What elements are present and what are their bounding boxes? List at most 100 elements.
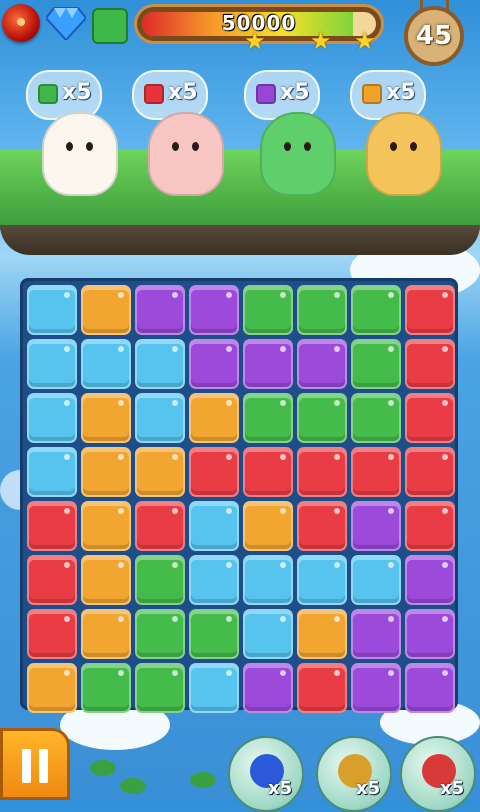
board-tile[interactable] <box>243 555 293 605</box>
board-tile[interactable] <box>81 501 131 551</box>
board-tile[interactable] <box>297 393 347 443</box>
board-tile[interactable] <box>135 501 185 551</box>
board-tile[interactable] <box>351 285 401 335</box>
board-tile[interactable] <box>243 501 293 551</box>
board-tile[interactable] <box>351 663 401 713</box>
board-tile[interactable] <box>81 447 131 497</box>
request-color-swatch <box>38 84 58 104</box>
board-tile[interactable] <box>351 447 401 497</box>
star-icon: ★ <box>244 27 266 55</box>
board-tile[interactable] <box>297 609 347 659</box>
board-tile[interactable] <box>27 609 77 659</box>
board-tile[interactable] <box>189 339 239 389</box>
board-tile[interactable] <box>27 501 77 551</box>
board-tile[interactable] <box>243 393 293 443</box>
bomb-icon[interactable] <box>2 4 40 42</box>
board-tile[interactable] <box>189 663 239 713</box>
sheep-icon[interactable] <box>42 112 118 196</box>
leaf-decoration <box>90 760 116 776</box>
board-tile[interactable] <box>297 447 347 497</box>
board-tile[interactable] <box>351 555 401 605</box>
cow-icon[interactable] <box>366 112 442 196</box>
board-tile[interactable] <box>297 663 347 713</box>
request-count: x5 <box>168 80 198 105</box>
board-tile[interactable] <box>189 393 239 443</box>
board-tile[interactable] <box>297 501 347 551</box>
leaf-decoration <box>120 778 146 794</box>
eye-icon <box>284 142 291 151</box>
eye-icon <box>410 142 417 151</box>
star-icon: ★ <box>354 27 376 55</box>
board-tile[interactable] <box>81 393 131 443</box>
eye-icon <box>66 142 73 151</box>
snake-icon[interactable] <box>260 112 336 196</box>
eye-icon <box>390 142 397 151</box>
board-tile[interactable] <box>81 663 131 713</box>
board-tile[interactable] <box>27 393 77 443</box>
booster-button[interactable]: x5 <box>400 736 476 812</box>
diamond-icon[interactable] <box>46 6 86 40</box>
board-tile[interactable] <box>81 339 131 389</box>
pause-icon <box>39 749 48 783</box>
board-tile[interactable] <box>243 339 293 389</box>
board-tile[interactable] <box>135 555 185 605</box>
board-tile[interactable] <box>405 339 455 389</box>
goal-color-swatch <box>92 8 128 44</box>
board-tile[interactable] <box>189 447 239 497</box>
board-tile[interactable] <box>135 393 185 443</box>
booster-button[interactable]: x5 <box>316 736 392 812</box>
request-count: x5 <box>62 80 92 105</box>
board-tile[interactable] <box>405 663 455 713</box>
board-tile[interactable] <box>297 555 347 605</box>
board-tile[interactable] <box>81 555 131 605</box>
board-tile[interactable] <box>297 339 347 389</box>
eye-icon <box>86 142 93 151</box>
board-tile[interactable] <box>189 609 239 659</box>
board-tile[interactable] <box>351 393 401 443</box>
board-tile[interactable] <box>405 393 455 443</box>
board-tile[interactable] <box>27 285 77 335</box>
booster-button[interactable]: x5 <box>228 736 304 812</box>
board-tile[interactable] <box>27 447 77 497</box>
board-tile[interactable] <box>405 609 455 659</box>
board-tile[interactable] <box>189 501 239 551</box>
board-tile[interactable] <box>27 555 77 605</box>
board-tile[interactable] <box>243 663 293 713</box>
game-board <box>20 278 458 713</box>
pause-button[interactable] <box>0 728 70 800</box>
dirt-ledge <box>0 225 480 255</box>
request-count: x5 <box>386 80 416 105</box>
pause-icon <box>22 749 31 783</box>
board-tile[interactable] <box>27 339 77 389</box>
board-tile[interactable] <box>351 609 401 659</box>
board-tile[interactable] <box>297 285 347 335</box>
board-tile[interactable] <box>243 609 293 659</box>
board-tile[interactable] <box>135 663 185 713</box>
leaf-decoration <box>190 772 216 788</box>
board-tile[interactable] <box>189 555 239 605</box>
board-tile[interactable] <box>135 339 185 389</box>
board-tile[interactable] <box>81 609 131 659</box>
board-tile[interactable] <box>243 285 293 335</box>
board-tile[interactable] <box>81 285 131 335</box>
board-tile[interactable] <box>135 447 185 497</box>
board-tile[interactable] <box>27 663 77 713</box>
board-tile[interactable] <box>243 447 293 497</box>
moves-counter: 45 <box>404 6 464 66</box>
board-tile[interactable] <box>405 501 455 551</box>
board-tile[interactable] <box>351 501 401 551</box>
booster-count: x5 <box>356 778 381 799</box>
eye-icon <box>172 142 179 151</box>
request-color-swatch <box>144 84 164 104</box>
board-tile[interactable] <box>405 447 455 497</box>
board-tile[interactable] <box>189 285 239 335</box>
request-color-swatch <box>256 84 276 104</box>
booster-count: x5 <box>440 778 465 799</box>
board-tile[interactable] <box>405 285 455 335</box>
board-tile[interactable] <box>135 285 185 335</box>
board-tile[interactable] <box>135 609 185 659</box>
board-tile[interactable] <box>405 555 455 605</box>
booster-count: x5 <box>268 778 293 799</box>
board-tile[interactable] <box>351 339 401 389</box>
pig-icon[interactable] <box>148 112 224 196</box>
